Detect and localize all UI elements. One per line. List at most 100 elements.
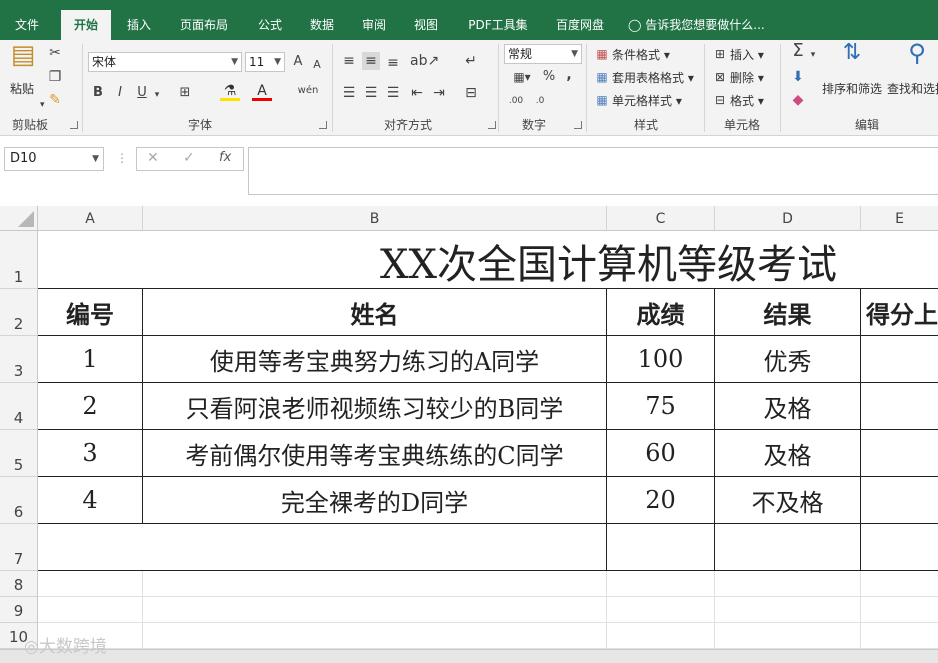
fill-icon[interactable]: ⬇ — [788, 68, 808, 86]
row-header-7[interactable]: 7 — [0, 524, 38, 571]
accounting-format-icon[interactable]: ▦▾ — [506, 68, 538, 86]
format-cells-button[interactable]: 格式 ▾ — [730, 92, 764, 109]
font-color-icon[interactable]: A — [252, 82, 272, 101]
alignment-launcher-icon[interactable] — [488, 121, 496, 129]
column-header-c[interactable]: C — [607, 206, 715, 231]
table-cell-result[interactable]: 优秀 — [715, 336, 860, 382]
clear-icon[interactable]: ◆ — [788, 91, 808, 109]
tab-insert[interactable]: 插入 — [116, 10, 162, 40]
table-cell-id[interactable]: 1 — [38, 336, 142, 382]
align-right-icon[interactable]: ☰ — [384, 84, 402, 102]
find-select-icon[interactable]: ⚲ — [900, 41, 934, 80]
align-bottom-icon[interactable]: ≡ — [384, 54, 402, 72]
table-cell-name[interactable]: 完全裸考的D同学 — [143, 477, 606, 523]
increase-indent-icon[interactable]: ⇥ — [430, 84, 448, 102]
italic-button[interactable]: I — [112, 84, 128, 102]
number-launcher-icon[interactable] — [574, 121, 582, 129]
header-cell-result[interactable]: 结果 — [715, 289, 860, 335]
table-cell-score[interactable]: 20 — [607, 477, 714, 523]
decrease-indent-icon[interactable]: ⇤ — [408, 84, 426, 102]
orientation-icon[interactable]: ab↗ — [410, 52, 439, 70]
comma-style-button[interactable]: , — [562, 66, 576, 84]
enter-icon[interactable]: ✓ — [183, 150, 195, 166]
row-header-2[interactable]: 2 — [0, 289, 38, 336]
font-name-select[interactable]: 宋体 ▼ — [88, 52, 242, 72]
cancel-icon[interactable]: ✕ — [147, 150, 159, 166]
align-left-icon[interactable]: ☰ — [340, 84, 358, 102]
row-header-1[interactable]: 1 — [0, 231, 38, 289]
table-cell-id[interactable]: 3 — [38, 430, 142, 476]
header-cell-name[interactable]: 姓名 — [143, 289, 606, 335]
grow-font-icon[interactable]: A — [290, 53, 306, 71]
table-cell-id[interactable]: 4 — [38, 477, 142, 523]
borders-icon[interactable]: ⊞ — [176, 84, 194, 102]
table-cell-result[interactable]: 及格 — [715, 383, 860, 429]
table-cell-name[interactable]: 使用等考宝典努力练习的A同学 — [143, 336, 606, 382]
table-cell-score[interactable]: 60 — [607, 430, 714, 476]
paste-button[interactable]: 粘贴 — [10, 80, 34, 97]
underline-button[interactable]: U — [134, 84, 150, 102]
row-header-4[interactable]: 4 — [0, 383, 38, 430]
font-size-select[interactable]: 11 ▼ — [245, 52, 285, 72]
clipboard-launcher-icon[interactable] — [70, 121, 78, 129]
paste-dropdown-icon[interactable]: ▾ — [40, 96, 45, 114]
paste-icon[interactable]: ▤ — [8, 42, 38, 76]
increase-decimal-icon[interactable]: .00 — [506, 92, 526, 110]
format-as-table-button[interactable]: 套用表格格式 ▾ — [612, 69, 694, 86]
column-header-d[interactable]: D — [715, 206, 861, 231]
tab-view[interactable]: 视图 — [404, 10, 448, 40]
tab-pdf-tools[interactable]: PDF工具集 — [458, 10, 538, 40]
bold-button[interactable]: B — [90, 84, 106, 102]
tab-data[interactable]: 数据 — [300, 10, 344, 40]
tab-home[interactable]: 开始 — [61, 10, 111, 40]
table-cell-name[interactable]: 只看阿浪老师视频练习较少的B同学 — [143, 383, 606, 429]
chevron-down-icon[interactable]: ▾ — [808, 46, 818, 64]
row-header-5[interactable]: 5 — [0, 430, 38, 477]
table-cell-result[interactable]: 及格 — [715, 430, 860, 476]
wrap-text-icon[interactable]: ↵ — [462, 52, 480, 70]
format-cells-icon[interactable]: ⊟ — [712, 91, 728, 109]
percent-style-button[interactable]: % — [540, 68, 558, 86]
tab-formulas[interactable]: 公式 — [248, 10, 292, 40]
table-cell-score[interactable]: 75 — [607, 383, 714, 429]
header-cell-score[interactable]: 成绩 — [607, 289, 714, 335]
row-header-9[interactable]: 9 — [0, 597, 38, 623]
format-as-table-icon[interactable]: ▦ — [594, 68, 610, 86]
row-header-8[interactable]: 8 — [0, 571, 38, 597]
conditional-formatting-icon[interactable]: ▦ — [594, 45, 610, 63]
cell-styles-button[interactable]: 单元格样式 ▾ — [612, 92, 682, 109]
insert-function-icon[interactable]: fx — [219, 150, 231, 165]
align-center-icon[interactable]: ☰ — [362, 84, 380, 102]
sheet-title-cell[interactable]: XX次全国计算机等级考试 — [380, 234, 938, 288]
cut-icon[interactable]: ✂ — [46, 44, 64, 62]
chevron-down-icon[interactable]: ▾ — [152, 86, 162, 104]
column-header-b[interactable]: B — [143, 206, 607, 231]
find-select-button[interactable]: 查找和选择 — [887, 80, 938, 97]
conditional-formatting-button[interactable]: 条件格式 ▾ — [612, 46, 670, 63]
tab-page-layout[interactable]: 页面布局 — [170, 10, 238, 40]
sort-filter-button[interactable]: 排序和筛选 — [822, 80, 882, 97]
decrease-decimal-icon[interactable]: .0 — [530, 92, 550, 110]
merge-center-icon[interactable]: ⊟ — [460, 84, 482, 102]
align-middle-icon[interactable]: ≡ — [362, 52, 380, 70]
tab-file[interactable]: 文件 — [0, 10, 54, 40]
row-header-6[interactable]: 6 — [0, 477, 38, 524]
row-header-3[interactable]: 3 — [0, 336, 38, 383]
copy-icon[interactable]: ❐ — [46, 68, 64, 86]
delete-cells-icon[interactable]: ⊠ — [712, 68, 728, 86]
table-cell-score[interactable]: 100 — [607, 336, 714, 382]
phonetic-guide-icon[interactable]: wén — [296, 82, 320, 100]
shrink-font-icon[interactable]: A — [310, 56, 324, 74]
tab-review[interactable]: 审阅 — [352, 10, 396, 40]
table-cell-id[interactable]: 2 — [38, 383, 142, 429]
table-cell-name[interactable]: 考前偶尔使用等考宝典练练的C同学 — [143, 430, 606, 476]
column-header-a[interactable]: A — [38, 206, 143, 231]
delete-cells-button[interactable]: 删除 ▾ — [730, 69, 764, 86]
insert-cells-button[interactable]: 插入 ▾ — [730, 46, 764, 63]
autosum-icon[interactable]: Σ — [788, 42, 808, 60]
insert-cells-icon[interactable]: ⊞ — [712, 45, 728, 63]
tab-baidu-netdisk[interactable]: 百度网盘 — [546, 10, 614, 40]
cell-styles-icon[interactable]: ▦ — [594, 91, 610, 109]
table-cell-result[interactable]: 不及格 — [715, 477, 860, 523]
select-all-button[interactable] — [0, 206, 38, 231]
